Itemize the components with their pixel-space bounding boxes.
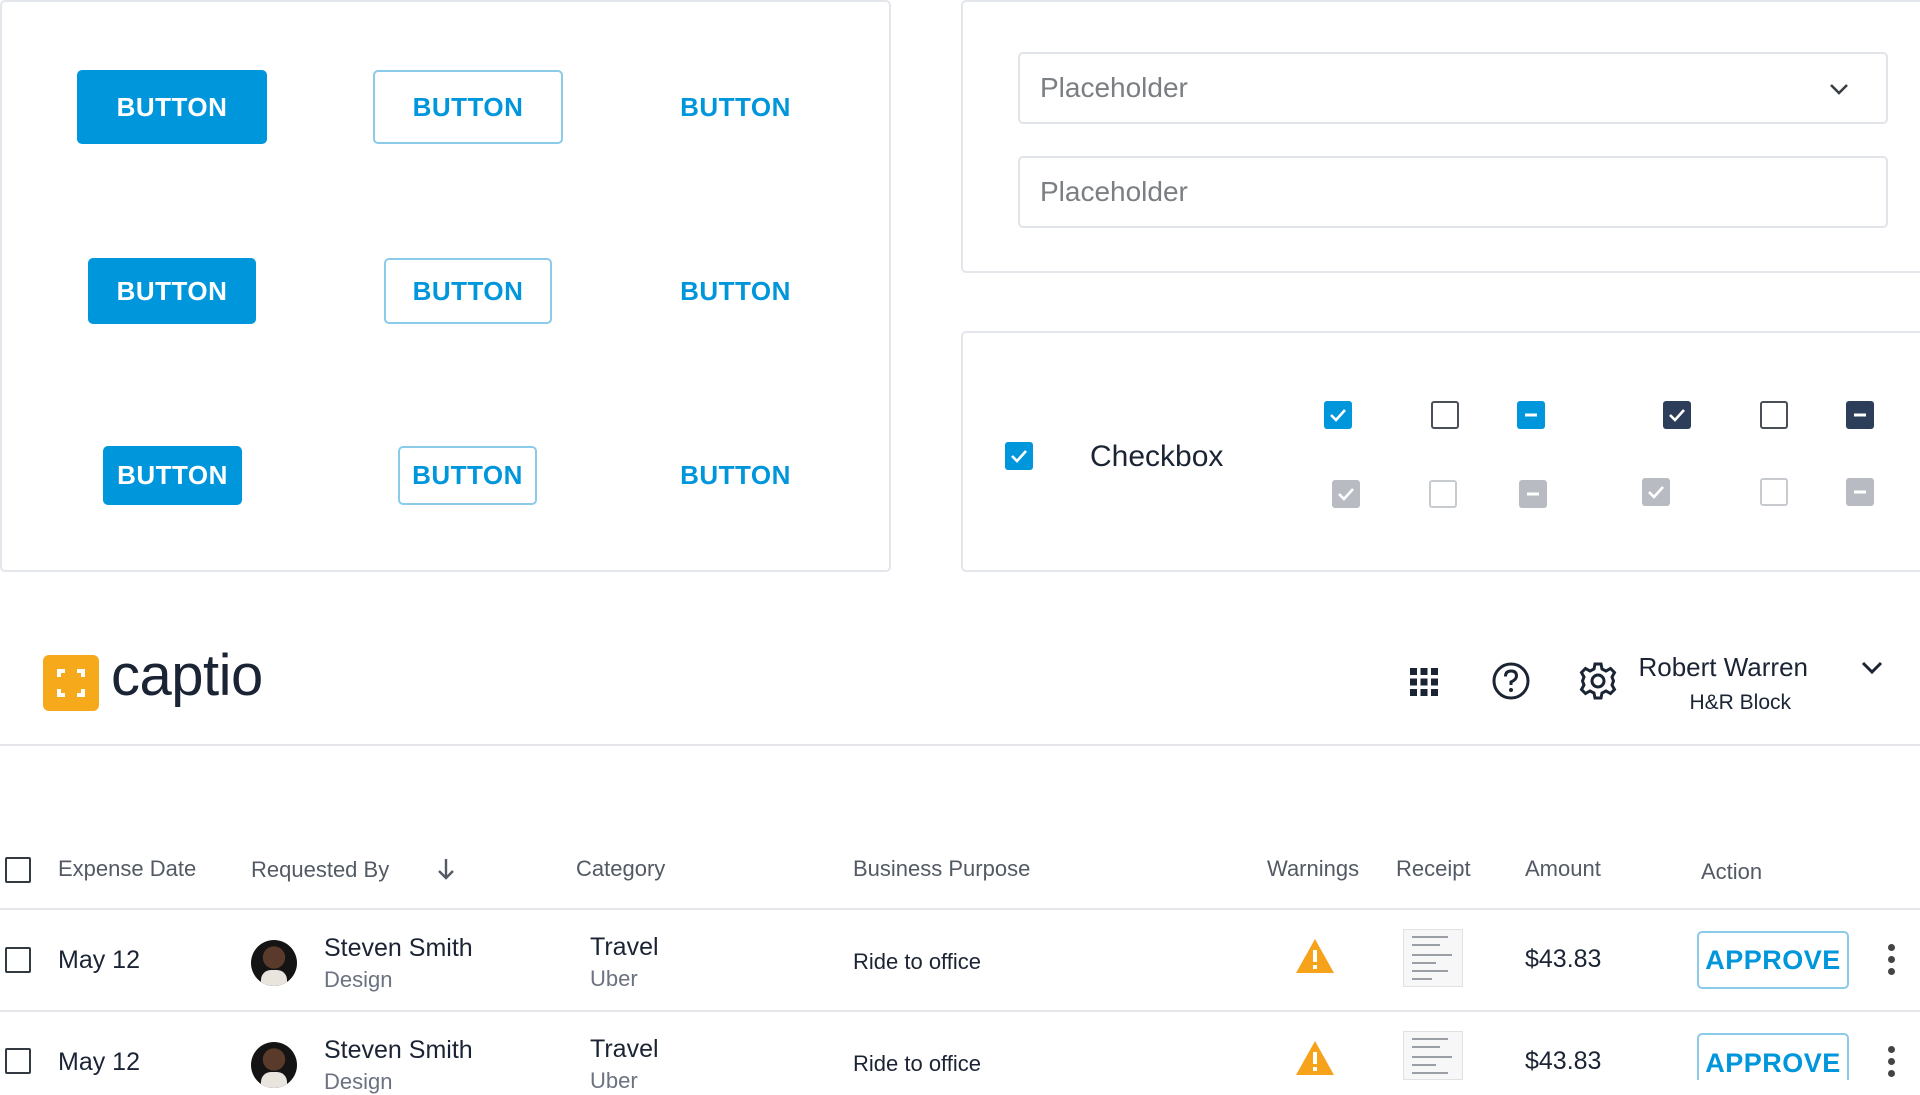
filled-button-small[interactable]: BUTTON [103,446,242,505]
column-warnings[interactable]: Warnings [1267,856,1359,882]
minus-icon [1854,490,1866,494]
header-divider [0,744,1920,746]
requester-department: Design [324,1069,393,1094]
help-icon[interactable] [1491,661,1531,701]
text-button-small[interactable]: BUTTON [632,446,839,505]
warning-icon[interactable] [1294,937,1336,975]
check-icon [1011,450,1027,463]
checkbox-disabled-checked [1332,480,1360,508]
select-all-checkbox[interactable] [5,857,31,883]
column-category[interactable]: Category [576,856,665,882]
buttons-panel: BUTTON BUTTON BUTTON BUTTON BUTTON BUTTO… [0,0,891,572]
column-amount[interactable]: Amount [1525,856,1601,882]
select-placeholder: Placeholder [1040,72,1188,103]
checkbox-dark-unchecked[interactable] [1760,401,1788,429]
chevron-down-icon [1830,84,1848,95]
column-action: Action [1701,859,1763,884]
captio-logo-icon [43,655,99,711]
table-header-divider [0,908,1920,910]
checkbox-disabled-checked-2 [1642,478,1670,506]
column-business-purpose[interactable]: Business Purpose [853,856,1030,882]
checkbox-blue-unchecked[interactable] [1431,401,1459,429]
column-receipt[interactable]: Receipt [1396,856,1471,882]
category: Travel [590,1035,659,1063]
row-checkbox[interactable] [5,947,31,973]
filled-button-large[interactable]: BUTTON [77,70,267,144]
avatar [251,1042,297,1088]
more-options-icon[interactable] [1888,1046,1896,1082]
text-button-large[interactable]: BUTTON [632,70,839,144]
checkbox-blue-checked[interactable] [1324,401,1352,429]
expense-date: May 12 [58,1048,140,1076]
minus-icon [1527,492,1539,496]
outline-button-large[interactable]: BUTTON [373,70,563,144]
column-expense-date[interactable]: Expense Date [58,856,196,882]
checkbox-checked[interactable] [1005,442,1033,470]
column-requested-by[interactable]: Requested By [251,857,389,883]
business-purpose: Ride to office [853,949,982,974]
text-button-medium[interactable]: BUTTON [632,258,839,324]
row-divider [0,1010,1920,1012]
check-icon [1338,488,1354,501]
check-icon [1669,409,1685,422]
checkbox-dark-checked[interactable] [1663,401,1691,429]
outline-button-small[interactable]: BUTTON [398,446,537,505]
user-organization: H&R Block [1689,691,1791,714]
checkbox-dark-indeterminate[interactable] [1846,401,1874,429]
checkbox-disabled-unchecked [1429,480,1457,508]
outline-button-medium[interactable]: BUTTON [384,258,552,324]
user-name[interactable]: Robert Warren [1638,652,1808,683]
warning-icon[interactable] [1294,1039,1336,1077]
minus-icon [1525,413,1537,417]
apps-grid-icon[interactable] [1408,666,1440,698]
minus-icon [1854,413,1866,417]
approve-button[interactable]: APPROVE [1697,931,1849,989]
requester-department: Design [324,967,393,992]
business-purpose: Ride to office [853,1051,982,1076]
amount: $43.83 [1525,945,1602,973]
vendor: Uber [590,966,638,991]
amount: $43.83 [1525,1047,1602,1075]
settings-gear-icon[interactable] [1578,661,1618,701]
requester-name: Steven Smith [324,1036,473,1064]
requester-name: Steven Smith [324,934,473,962]
checkbox-label: Checkbox [1090,440,1224,473]
more-options-icon[interactable] [1888,944,1896,980]
approve-button[interactable]: APPROVE [1697,1033,1849,1080]
inputs-panel: Placeholder Placeholder [961,0,1920,273]
avatar [251,940,297,986]
category: Travel [590,933,659,961]
row-checkbox[interactable] [5,1048,31,1074]
select-dropdown[interactable]: Placeholder [1018,52,1888,124]
receipt-thumbnail[interactable] [1403,929,1463,987]
check-icon [1648,486,1664,499]
expense-date: May 12 [58,946,140,974]
checkbox-blue-indeterminate[interactable] [1517,401,1545,429]
vendor: Uber [590,1068,638,1093]
checkbox-disabled-indeterminate-2 [1846,478,1874,506]
user-menu-chevron-icon[interactable] [1860,658,1884,678]
check-icon [1330,409,1346,422]
filled-button-medium[interactable]: BUTTON [88,258,256,324]
receipt-thumbnail[interactable] [1403,1031,1463,1080]
checkbox-disabled-indeterminate [1519,480,1547,508]
sort-descending-icon[interactable] [435,856,457,882]
checkbox-panel: Checkbox [961,331,1920,572]
text-input-placeholder: Placeholder [1040,176,1188,207]
text-input[interactable]: Placeholder [1018,156,1888,228]
brand-name: captio [111,643,263,708]
checkbox-disabled-unchecked-2 [1760,478,1788,506]
